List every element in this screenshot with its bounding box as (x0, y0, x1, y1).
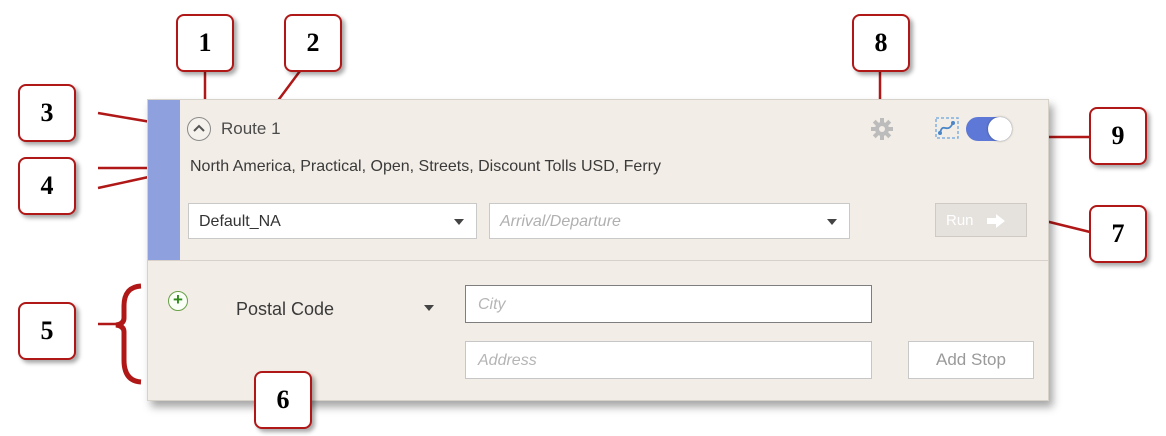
address-input[interactable]: Address (465, 341, 872, 379)
collapse-button[interactable] (187, 117, 211, 141)
callout-9: 9 (1089, 107, 1147, 165)
route-visibility-toggle[interactable] (966, 117, 1012, 141)
chevron-down-icon (454, 219, 464, 225)
section-divider (148, 260, 1048, 261)
routing-profile-value: Default_NA (199, 213, 281, 230)
callout-4: 4 (18, 157, 76, 215)
arrow-right-icon (987, 214, 1005, 228)
add-stop-button[interactable]: Add Stop (908, 341, 1034, 379)
route-title[interactable]: Route 1 (221, 119, 281, 139)
run-button-label: Run (946, 212, 974, 229)
gear-icon[interactable] (870, 117, 894, 146)
callout-1: 1 (176, 14, 234, 72)
callout-3: 3 (18, 84, 76, 142)
callout-6: 6 (254, 371, 312, 429)
plus-icon: + (173, 290, 183, 309)
add-stop-icon-button[interactable]: + (168, 290, 188, 311)
route-color-bar[interactable] (148, 100, 180, 261)
arrival-departure-placeholder: Arrival/Departure (500, 213, 621, 230)
city-placeholder: City (478, 296, 506, 313)
address-placeholder: Address (478, 352, 537, 369)
chevron-down-icon (827, 219, 837, 225)
callout-2: 2 (284, 14, 342, 72)
city-input[interactable]: City (465, 285, 872, 323)
chevron-up-icon (193, 124, 205, 132)
callout-8: 8 (852, 14, 910, 72)
stop-type-value: Postal Code (236, 299, 335, 319)
arrival-departure-select[interactable]: Arrival/Departure (489, 203, 850, 239)
stop-type-select[interactable]: Postal Code (226, 290, 446, 326)
toggle-knob (988, 117, 1012, 141)
route-map-icon[interactable] (935, 117, 959, 139)
route-panel: Route 1 North America, Practical, Open, … (147, 99, 1049, 401)
callout-5: 5 (18, 302, 76, 360)
chevron-down-icon (424, 305, 434, 311)
routing-profile-select[interactable]: Default_NA (188, 203, 477, 239)
run-button[interactable]: Run (935, 203, 1027, 237)
callout-7: 7 (1089, 205, 1147, 263)
route-summary: North America, Practical, Open, Streets,… (190, 158, 661, 175)
